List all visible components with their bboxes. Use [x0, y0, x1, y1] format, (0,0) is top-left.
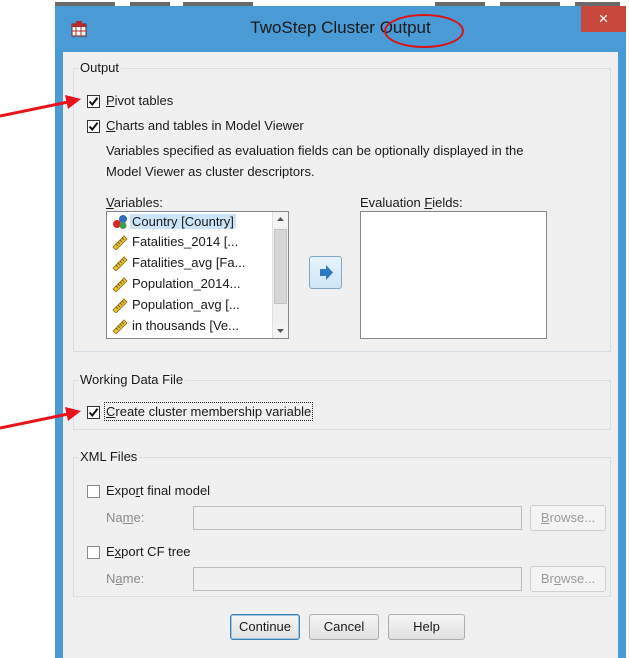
output-group-label: Output: [78, 60, 122, 75]
nominal-variable-icon: [113, 215, 127, 229]
cf-tree-browse-button[interactable]: Browse...: [530, 566, 606, 592]
close-button[interactable]: ×: [581, 6, 626, 32]
variable-name: Fatalities_avg [Fa...: [132, 255, 246, 270]
export-cf-tree-checkbox[interactable]: [87, 546, 100, 559]
dialog-title: TwoStep Cluster Output: [250, 18, 431, 37]
scale-variable-icon: [112, 277, 128, 292]
cf-tree-name-input[interactable]: [193, 567, 522, 591]
checkmark-icon: [88, 408, 99, 418]
scale-variable-icon: [112, 298, 128, 313]
scroll-thumb[interactable]: [274, 229, 287, 304]
variable-name: Fatalities_2014 [...: [132, 234, 239, 249]
help-button[interactable]: Help: [388, 614, 465, 640]
variable-name: Population_2014...: [132, 276, 241, 291]
scroll-down-button[interactable]: [273, 323, 288, 338]
working-data-file-group: Working Data File Create cluster members…: [73, 372, 611, 430]
charts-tables-label: Charts and tables in Model Viewer: [106, 118, 304, 133]
charts-tables-checkbox[interactable]: [87, 120, 100, 133]
continue-button[interactable]: Continue: [230, 614, 300, 640]
evaluation-fields-listbox[interactable]: [360, 211, 547, 339]
checkmark-icon: [88, 97, 99, 107]
scale-variable-icon: [112, 256, 128, 271]
xml-files-group-label: XML Files: [78, 449, 140, 464]
create-membership-label: Create cluster membership variable: [103, 402, 314, 421]
export-final-model-label: Export final model: [106, 483, 211, 498]
twostep-output-dialog: TwoStep Cluster Output × Output Pivot ta…: [55, 6, 626, 658]
dialog-body: Output Pivot tables Charts and tables in…: [63, 52, 618, 658]
evaluation-description-line2: Model Viewer as cluster descriptors.: [106, 164, 315, 179]
right-arrow-icon: [320, 265, 333, 280]
create-membership-checkbox[interactable]: [87, 406, 100, 419]
variables-label: Variables:: [106, 195, 163, 210]
variables-listbox[interactable]: Country [Country] Fatalities_2014 [... F…: [106, 211, 289, 339]
working-data-file-group-label: Working Data File: [78, 372, 186, 387]
export-final-model-checkbox[interactable]: [87, 485, 100, 498]
cf-tree-name-label: Name:: [106, 571, 145, 586]
variable-name: Population_avg [...: [132, 297, 240, 312]
final-model-name-input[interactable]: [193, 506, 522, 530]
final-model-name-label: Name:: [106, 510, 145, 525]
title-bar: TwoStep Cluster Output ×: [55, 6, 626, 52]
cancel-button[interactable]: Cancel: [309, 614, 379, 640]
checkmark-icon: [88, 122, 99, 132]
scale-variable-icon: [112, 235, 128, 250]
scale-variable-icon: [112, 319, 128, 334]
annotation-oval: [384, 14, 464, 48]
variables-scrollbar[interactable]: [272, 212, 288, 338]
scroll-up-arrow-icon: [277, 217, 284, 221]
evaluation-fields-label: Evaluation Fields:: [360, 195, 463, 210]
pivot-tables-checkbox[interactable]: [87, 95, 100, 108]
xml-files-group: XML Files Export final model Name: Brows…: [73, 449, 611, 597]
scroll-down-arrow-icon: [277, 329, 284, 333]
variable-name: in thousands [Ve...: [132, 318, 239, 333]
output-group: Output Pivot tables Charts and tables in…: [73, 60, 611, 352]
export-cf-tree-label: Export CF tree: [106, 544, 191, 559]
evaluation-description-line1: Variables specified as evaluation fields…: [106, 143, 524, 158]
final-model-browse-button[interactable]: Browse...: [530, 505, 606, 531]
variable-name: Country [Country]: [130, 214, 236, 229]
move-to-evaluation-button[interactable]: [309, 256, 342, 289]
pivot-tables-label: Pivot tables: [106, 93, 174, 108]
scroll-up-button[interactable]: [273, 212, 288, 227]
